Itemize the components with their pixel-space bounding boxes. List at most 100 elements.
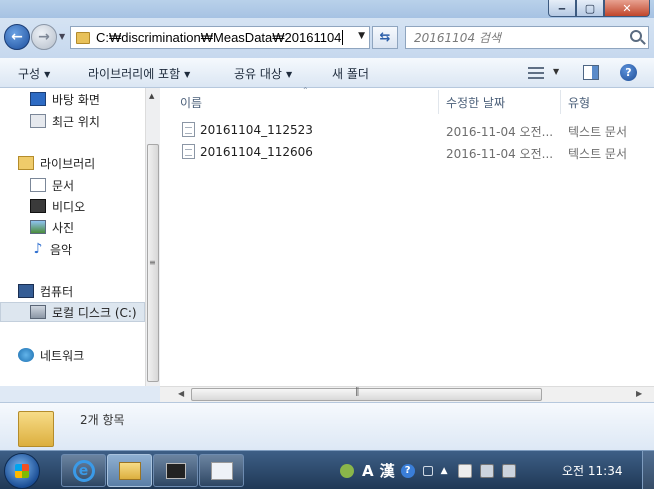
- ime-toolbar-icon[interactable]: [340, 463, 354, 478]
- computer-icon: [18, 284, 34, 298]
- volume-muted-icon[interactable]: [501, 463, 516, 478]
- file-date-modified: 2016-11-04 오전...: [446, 125, 554, 139]
- show-desktop-button[interactable]: [642, 451, 654, 489]
- sidebar-item-libraries[interactable]: 라이브러리: [0, 153, 145, 173]
- close-button[interactable]: ✕: [604, 0, 650, 17]
- internet-explorer-icon: e: [72, 459, 95, 482]
- search-icon[interactable]: [630, 30, 642, 42]
- back-button[interactable]: ←: [4, 24, 30, 50]
- taskbar-windows-explorer[interactable]: [107, 454, 152, 487]
- column-divider[interactable]: [438, 90, 439, 114]
- file-list: ⌃ 이름 수정한 날짜 유형 20161104_112523 2016-11-0…: [160, 86, 654, 386]
- column-header-date-modified[interactable]: 수정한 날짜: [446, 94, 505, 111]
- folder-icon: [76, 31, 90, 44]
- text-cursor: [342, 30, 344, 45]
- navigation-pane: 바탕 화면 최근 위치 라이브러리 문서 비디오 사진 ♪ 음악 컴퓨터 로컬 …: [0, 88, 145, 386]
- include-in-library-button[interactable]: 라이브러리에 포함 ▼: [88, 65, 190, 82]
- new-folder-button[interactable]: 새 폴더: [332, 65, 369, 82]
- folder-icon: [18, 411, 54, 447]
- sidebar-item-network[interactable]: 네트워크: [0, 345, 145, 365]
- sidebar-item-label: 네트워크: [40, 348, 85, 363]
- taskbar: e A 漢 ? ▲ 오전 11:34: [0, 450, 654, 489]
- videos-icon: [30, 199, 46, 213]
- organize-label: 구성: [18, 67, 41, 81]
- maximize-button[interactable]: ▢: [576, 0, 604, 17]
- scrollbar-thumb[interactable]: [191, 388, 542, 401]
- sidebar-item-label: 비디오: [52, 199, 86, 214]
- taskbar-command-prompt[interactable]: [153, 454, 198, 487]
- sort-ascending-icon: ⌃: [302, 86, 309, 95]
- scroll-up-icon[interactable]: ▲: [149, 92, 154, 100]
- sidebar-item-computer[interactable]: 컴퓨터: [0, 281, 145, 301]
- refresh-button[interactable]: ⇆: [372, 26, 398, 49]
- window-titlebar: ‒ ▢ ✕: [0, 0, 654, 18]
- clock[interactable]: 오전 11:34: [562, 462, 622, 479]
- scroll-left-icon[interactable]: ◀: [178, 389, 184, 398]
- ime-hanja-indicator[interactable]: 漢: [380, 460, 395, 481]
- column-header-name[interactable]: 이름: [180, 94, 202, 111]
- change-view-icon[interactable]: [528, 67, 544, 79]
- file-name: 20161104_112523: [200, 123, 313, 137]
- address-bar[interactable]: C:₩discrimination₩MeasData₩20161104 ▼: [70, 26, 370, 49]
- command-prompt-icon: [165, 462, 186, 479]
- network-icon: [18, 348, 34, 362]
- show-hidden-icons-icon[interactable]: ▲: [441, 466, 448, 476]
- sidebar-item-label: 라이브러리: [40, 156, 96, 171]
- sidebar-item-label: 바탕 화면: [52, 92, 100, 107]
- action-center-warning-icon[interactable]: [457, 463, 472, 478]
- sidebar-item-recent-places[interactable]: 최근 위치: [0, 111, 145, 131]
- recent-places-icon: [30, 114, 46, 128]
- navigation-bar: ← → ▼ C:₩discrimination₩MeasData₩2016110…: [0, 18, 654, 58]
- sidebar-item-label: 음악: [50, 242, 73, 257]
- column-header-type[interactable]: 유형: [568, 94, 590, 111]
- forward-button[interactable]: →: [31, 24, 57, 50]
- search-box[interactable]: 20161104 검색: [405, 26, 649, 49]
- sidebar-item-label: 로컬 디스크 (C:): [52, 305, 137, 320]
- application-window-icon: [210, 461, 233, 480]
- taskbar-internet-explorer[interactable]: e: [61, 454, 106, 487]
- preview-pane-icon[interactable]: [583, 65, 599, 80]
- share-with-button[interactable]: 공유 대상 ▼: [234, 65, 292, 82]
- help-icon[interactable]: ?: [620, 64, 637, 81]
- sidebar-item-desktop[interactable]: 바탕 화면: [0, 89, 145, 109]
- help-icon[interactable]: ?: [400, 463, 415, 478]
- sidebar-item-documents[interactable]: 문서: [0, 175, 145, 195]
- music-icon: ♪: [33, 241, 43, 257]
- share-with-label: 공유 대상: [234, 67, 282, 81]
- organize-button[interactable]: 구성 ▼: [18, 65, 50, 82]
- sidebar-item-local-disk[interactable]: 로컬 디스크 (C:): [0, 302, 145, 322]
- refresh-icon: ⇆: [379, 30, 391, 45]
- table-row[interactable]: 20161104_112523 2016-11-04 오전... 텍스트 문서: [160, 120, 654, 140]
- text-file-icon: [182, 144, 195, 159]
- include-in-library-label: 라이브러리에 포함: [88, 67, 181, 81]
- chevron-down-icon: ▼: [44, 70, 51, 79]
- search-placeholder: 20161104 검색: [414, 31, 501, 45]
- file-name: 20161104_112606: [200, 145, 313, 159]
- scroll-right-icon[interactable]: ▶: [636, 389, 642, 398]
- column-divider[interactable]: [560, 90, 561, 114]
- start-button[interactable]: [4, 453, 40, 489]
- file-date-modified: 2016-11-04 오전...: [446, 147, 554, 161]
- sidebar-item-label: 최근 위치: [52, 114, 100, 129]
- ime-options-icon[interactable]: [422, 465, 433, 476]
- address-path[interactable]: C:₩discrimination₩MeasData₩20161104: [96, 30, 341, 45]
- view-options-dropdown[interactable]: ▼: [553, 67, 559, 76]
- sidebar-item-videos[interactable]: 비디오: [0, 196, 145, 216]
- back-arrow-icon: ←: [11, 29, 23, 45]
- scrollbar-grip-icon: ≡: [149, 258, 156, 267]
- recent-pages-dropdown[interactable]: ▼: [59, 32, 69, 42]
- ime-mode-indicator[interactable]: A: [362, 462, 374, 480]
- taskbar-application-window[interactable]: [199, 454, 244, 487]
- file-list-horizontal-scrollbar[interactable]: ◀ ‖ ▶: [160, 386, 654, 402]
- sidebar-item-label: 문서: [52, 178, 75, 193]
- file-type: 텍스트 문서: [568, 125, 628, 139]
- sidebar-item-label: 사진: [52, 220, 75, 235]
- sidebar-item-pictures[interactable]: 사진: [0, 217, 145, 237]
- network-status-icon[interactable]: [479, 463, 494, 478]
- chevron-down-icon: ▼: [285, 70, 293, 79]
- address-history-dropdown[interactable]: ▼: [358, 31, 365, 41]
- minimize-button[interactable]: ‒: [548, 0, 576, 17]
- table-row[interactable]: 20161104_112606 2016-11-04 오전... 텍스트 문서: [160, 142, 654, 162]
- navigation-pane-scrollbar[interactable]: ▲ ≡: [145, 88, 160, 386]
- sidebar-item-music[interactable]: ♪ 음악: [0, 239, 145, 259]
